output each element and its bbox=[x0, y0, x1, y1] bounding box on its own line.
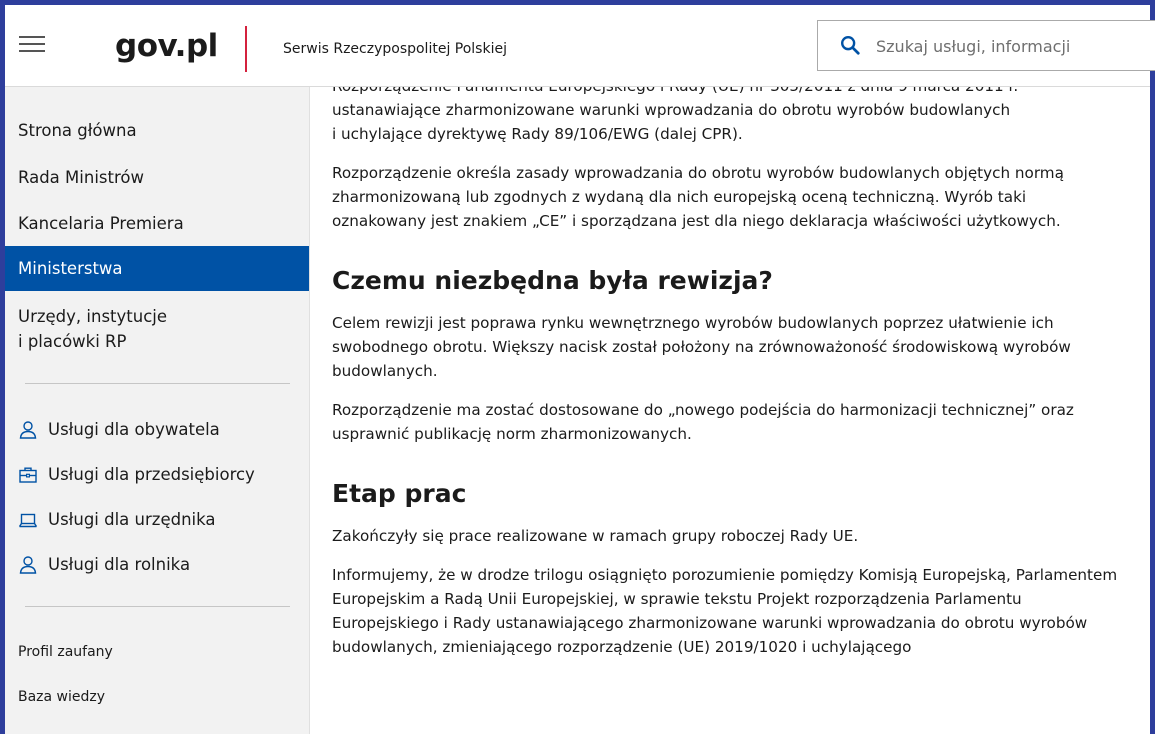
article-paragraph: Celem rewizji jest poprawa rynku wewnętr… bbox=[332, 314, 1071, 380]
service-farmer[interactable]: Usługi dla rolnika bbox=[18, 553, 190, 577]
service-citizen[interactable]: Usługi dla obywatela bbox=[18, 418, 220, 442]
section-heading: Etap prac bbox=[332, 479, 467, 508]
article-text-line: ustanawiające zharmonizowane warunki wpr… bbox=[332, 101, 1011, 119]
sidebar-item-home[interactable]: Strona główna bbox=[5, 118, 309, 143]
article-text-line: i uchylające dyrektywę Rady 89/106/EWG (… bbox=[332, 125, 743, 143]
frame-edge-right bbox=[1150, 0, 1155, 734]
sidebar-item-ministries[interactable]: Ministerstwa bbox=[5, 246, 309, 291]
sidebar-item-label: Strona główna bbox=[18, 121, 137, 140]
logo-divider bbox=[245, 26, 247, 72]
search-box[interactable] bbox=[817, 20, 1155, 71]
main-content: Rozporządzenie Parlamentu Europejskiego … bbox=[310, 86, 1150, 734]
service-entrepreneur[interactable]: Usługi dla przedsiębiorcy bbox=[18, 463, 255, 487]
sidebar-item-chancellery[interactable]: Kancelaria Premiera bbox=[5, 211, 309, 236]
article: Rozporządzenie Parlamentu Europejskiego … bbox=[332, 86, 1122, 674]
site-header: gov.pl Serwis Rzeczypospolitej Polskiej bbox=[5, 5, 1155, 87]
service-label: Usługi dla rolnika bbox=[48, 555, 191, 574]
article-paragraph: Rozporządzenie określa zasady wprowadzan… bbox=[332, 164, 1064, 230]
section-heading: Czemu niezbędna była rewizja? bbox=[332, 266, 773, 295]
link-trusted-profile[interactable]: Profil zaufany bbox=[18, 644, 113, 660]
sidebar-divider bbox=[25, 383, 290, 384]
article-paragraph: Rozporządzenie Parlamentu Europejskiego … bbox=[332, 86, 1122, 146]
service-label: Usługi dla przedsiębiorcy bbox=[48, 465, 255, 484]
person-icon bbox=[19, 556, 37, 574]
sidebar-item-label: Urzędy, instytucje bbox=[18, 307, 168, 326]
sidebar-item-council-of-ministers[interactable]: Rada Ministrów bbox=[5, 165, 309, 190]
menu-icon[interactable] bbox=[19, 32, 45, 52]
article-text-line: Rozporządzenie Parlamentu Europejskiego … bbox=[332, 86, 1019, 95]
site-logo[interactable]: gov.pl bbox=[115, 28, 218, 64]
sidebar-item-label: Ministerstwa bbox=[18, 259, 123, 278]
sidebar-divider bbox=[25, 606, 290, 607]
article-paragraph: Rozporządzenie ma zostać dostosowane do … bbox=[332, 401, 1074, 443]
service-official[interactable]: Usługi dla urzędnika bbox=[18, 508, 215, 532]
link-knowledge-base[interactable]: Baza wiedzy bbox=[18, 689, 105, 705]
sidebar-item-label: Rada Ministrów bbox=[18, 168, 144, 187]
laptop-icon bbox=[18, 513, 38, 528]
sidebar: Strona główna Rada Ministrów Kancelaria … bbox=[5, 86, 310, 734]
service-name: Serwis Rzeczypospolitej Polskiej bbox=[283, 41, 507, 57]
briefcase-icon bbox=[19, 467, 37, 483]
person-icon bbox=[19, 421, 37, 439]
article-paragraph: Zakończyły się prace realizowane w ramac… bbox=[332, 527, 859, 545]
sidebar-item-label: i placówki RP bbox=[18, 332, 127, 351]
sidebar-item-label: Kancelaria Premiera bbox=[18, 214, 184, 233]
sidebar-item-offices[interactable]: Urzędy, instytucje i placówki RP bbox=[5, 304, 309, 354]
search-icon[interactable] bbox=[839, 34, 861, 56]
article-paragraph: Informujemy, że w drodze trilogu osiągni… bbox=[332, 566, 1118, 656]
service-label: Usługi dla obywatela bbox=[48, 420, 220, 439]
search-input[interactable] bbox=[876, 31, 1146, 61]
service-label: Usługi dla urzędnika bbox=[48, 510, 216, 529]
